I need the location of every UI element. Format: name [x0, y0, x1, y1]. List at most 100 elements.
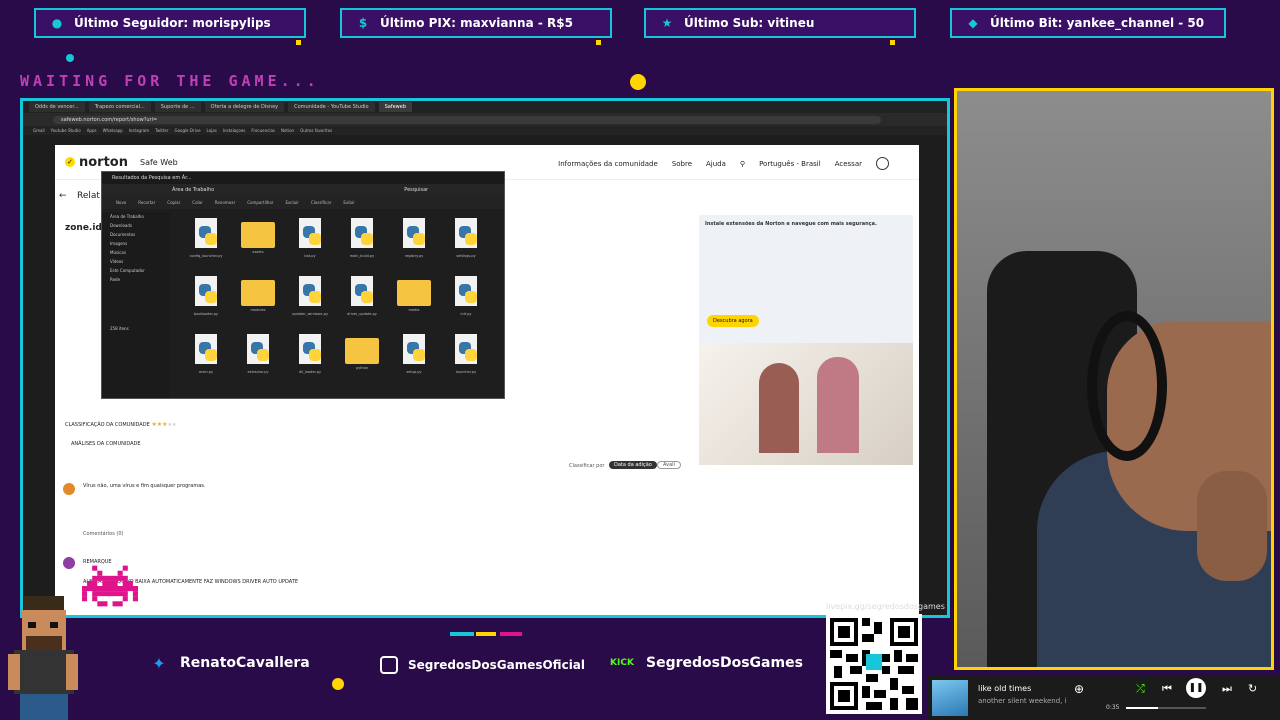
python-file[interactable]: extractor.py: [232, 334, 284, 384]
norton-logo[interactable]: ✓ norton: [65, 155, 128, 170]
browser-tab[interactable]: Comunidade - YouTube Studio: [288, 102, 375, 112]
bookmark[interactable]: Lojas: [207, 128, 217, 133]
python-file[interactable]: main.py: [180, 334, 232, 384]
next-icon[interactable]: ⏭: [1222, 682, 1232, 696]
repeat-icon[interactable]: ↻: [1248, 682, 1257, 695]
sidebar-item[interactable]: Área de Trabalho: [102, 212, 170, 221]
bookmark[interactable]: Instagram: [129, 128, 149, 133]
bookmark[interactable]: Outros favoritos: [300, 128, 332, 133]
previous-icon[interactable]: ⏮: [1162, 682, 1172, 696]
url-field[interactable]: safeweb.norton.com/report/show?url=: [53, 115, 881, 124]
nav-login[interactable]: Acessar: [835, 160, 862, 168]
dollar-icon: $: [358, 16, 368, 30]
add-icon[interactable]: ⊕: [1074, 682, 1084, 696]
sidebar-item[interactable]: Downloads: [102, 221, 170, 230]
folder-item[interactable]: media: [388, 276, 440, 326]
file-label: dll_loader.py: [298, 370, 322, 374]
python-file[interactable]: init.py: [440, 276, 492, 326]
python-file[interactable]: updater_windows.py: [284, 276, 336, 326]
python-file-icon: [295, 334, 325, 368]
sidebar-item[interactable]: Músicas: [102, 248, 170, 257]
tool-view[interactable]: Exibir: [343, 200, 354, 205]
nav-community[interactable]: Informações da comunidade: [558, 160, 658, 168]
alert-follower: ● Último Seguidor: morispylips: [34, 8, 306, 38]
sort-date-button[interactable]: Data da adição: [609, 461, 657, 469]
sidebar-item[interactable]: Rede: [102, 275, 170, 284]
bookmark[interactable]: Notion: [281, 128, 294, 133]
alert-pix: $ Último PIX: maxvianna - R$5: [340, 8, 612, 38]
python-file[interactable]: dll_loader.py: [284, 334, 336, 384]
promo-card: Instale extensões da Norton e navegue co…: [699, 215, 913, 465]
python-file[interactable]: registry.py: [388, 218, 440, 268]
python-file[interactable]: config_launcher.py: [180, 218, 232, 268]
tool-copy[interactable]: Copiar: [167, 200, 180, 205]
nav-language[interactable]: Português - Brasil: [759, 160, 821, 168]
twitter-handle: RenatoCavallera: [180, 655, 310, 671]
community-reviews-label: ANÁLISES DA COMUNIDADE: [71, 441, 141, 447]
social-kick: KICK SegredosDosGames: [608, 650, 803, 676]
folder-icon: [397, 280, 431, 306]
bookmark[interactable]: Whatsapp: [103, 128, 123, 133]
discover-button[interactable]: Descubra agora: [707, 315, 759, 327]
python-file-icon: [347, 276, 377, 310]
progress-bar[interactable]: [1126, 707, 1206, 709]
bookmark[interactable]: Google Drive: [174, 128, 200, 133]
browser-tab[interactable]: Oferta a delegre de Disney: [204, 102, 285, 112]
python-file[interactable]: setup.py: [388, 334, 440, 384]
tool-sort[interactable]: Classificar: [311, 200, 331, 205]
explorer-search[interactable]: Pesquisar: [404, 187, 428, 193]
browser-tab[interactable]: Suporte de ...: [154, 102, 201, 112]
sidebar-item[interactable]: Imagens: [102, 239, 170, 248]
folder-icon: [345, 338, 379, 364]
browser-tab[interactable]: Odds de vencer...: [29, 102, 85, 112]
bookmark[interactable]: Gmail: [33, 128, 45, 133]
folder-item[interactable]: modules: [232, 276, 284, 326]
sidebar-item[interactable]: Documentos: [102, 230, 170, 239]
tool-paste[interactable]: Colar: [192, 200, 202, 205]
browser-tab[interactable]: Trapezo comercial...: [88, 102, 151, 112]
bookmark[interactable]: Instalaçoes: [223, 128, 246, 133]
python-file[interactable]: driver_update.py: [336, 276, 388, 326]
tool-rename[interactable]: Renomear: [215, 200, 236, 205]
python-file[interactable]: bot.py: [284, 218, 336, 268]
nav-help[interactable]: Ajuda: [706, 160, 726, 168]
python-file[interactable]: bootloader.py: [180, 276, 232, 326]
pause-button[interactable]: ❚❚: [1186, 678, 1206, 698]
sort-rating-button[interactable]: Avali: [657, 461, 681, 469]
headphones-icon: [1087, 311, 1167, 461]
sidebar-item[interactable]: Vídeos: [102, 257, 170, 266]
shuffle-icon[interactable]: ⤮: [1136, 682, 1145, 696]
file-label: main.py: [198, 370, 214, 374]
file-label: launcher.py: [455, 370, 477, 374]
qr-code[interactable]: [826, 614, 922, 714]
browser-tab-active[interactable]: Safeweb: [378, 102, 412, 112]
folder-item[interactable]: assets: [232, 218, 284, 268]
tool-delete[interactable]: Excluir: [285, 200, 298, 205]
file-label: main_build.py: [349, 254, 375, 258]
promo-title: Instale extensões da Norton e navegue co…: [705, 221, 877, 227]
user-icon[interactable]: [876, 157, 889, 170]
avatar: [63, 557, 75, 569]
explorer-path[interactable]: Área de Trabalho: [172, 187, 214, 193]
folder-item[interactable]: python: [336, 334, 388, 384]
space-invader-icon: [82, 565, 138, 607]
deco-dot: [890, 40, 895, 45]
back-arrow-icon[interactable]: ←: [59, 191, 67, 201]
python-file-icon: [295, 218, 325, 252]
tool-cut[interactable]: Recortar: [138, 200, 155, 205]
nav-about[interactable]: Sobre: [672, 160, 692, 168]
community-rating-text: CLASSIFICAÇÃO DA COMUNIDADE: [65, 422, 150, 428]
python-file[interactable]: launcher.py: [440, 334, 492, 384]
comments-button[interactable]: Comentários (0): [83, 531, 123, 537]
python-file[interactable]: settings.py: [440, 218, 492, 268]
bookmark[interactable]: Apps: [87, 128, 97, 133]
tool-new[interactable]: Novo: [116, 200, 126, 205]
file-label: modules: [250, 308, 266, 312]
bookmark[interactable]: Youtube Studio: [51, 128, 81, 133]
bookmark[interactable]: Twitter: [155, 128, 168, 133]
search-icon[interactable]: ⚲: [740, 160, 745, 168]
python-file[interactable]: main_build.py: [336, 218, 388, 268]
bookmark[interactable]: Frecuencias: [251, 128, 275, 133]
tool-share[interactable]: Compartilhar: [247, 200, 273, 205]
sidebar-item[interactable]: Este Computador: [102, 266, 170, 275]
